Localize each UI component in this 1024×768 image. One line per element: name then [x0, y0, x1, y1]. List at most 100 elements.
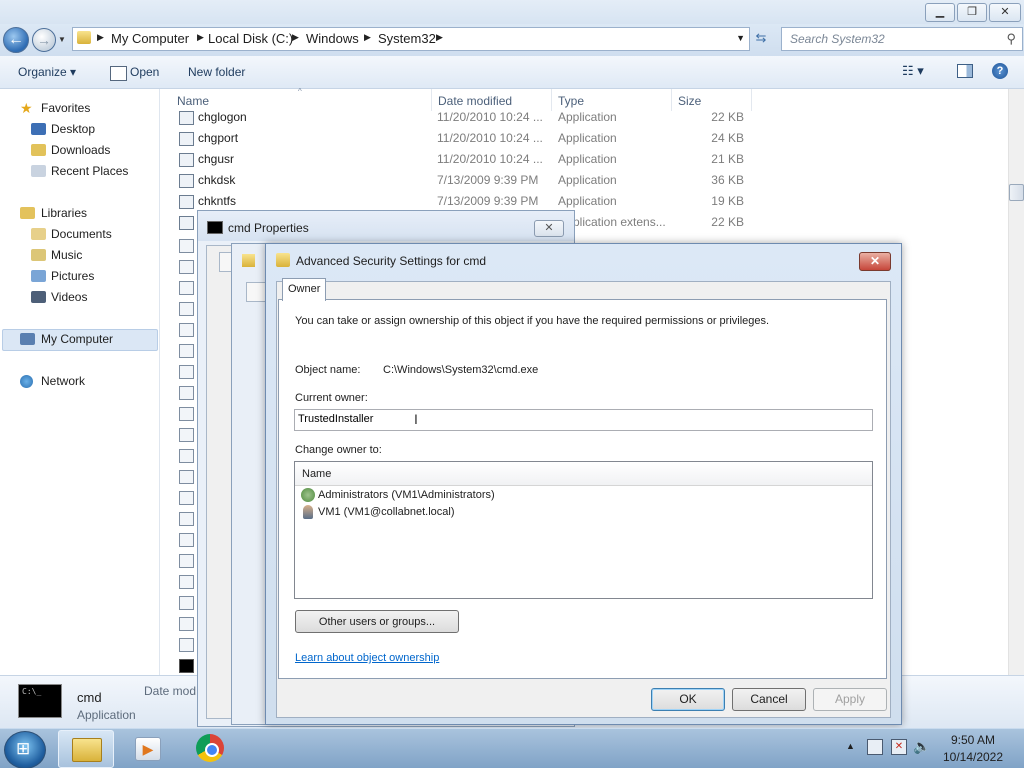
learn-ownership-link[interactable]: Learn about object ownership: [295, 652, 439, 664]
breadcrumb-separator-icon[interactable]: ▶: [197, 32, 204, 43]
volume-icon[interactable]: 🔈: [913, 738, 930, 755]
clock-date[interactable]: 10/14/2022: [930, 750, 1016, 764]
open-button[interactable]: Open: [130, 65, 159, 79]
recent-pages-chevron-icon[interactable]: ▼: [58, 35, 66, 44]
file-type: Application: [558, 173, 617, 187]
close-button[interactable]: ✕: [989, 3, 1021, 22]
nav-documents[interactable]: Documents: [51, 227, 112, 241]
cancel-button[interactable]: Cancel: [732, 688, 806, 711]
refresh-icon[interactable]: ⇆: [750, 30, 772, 48]
column-header-type[interactable]: Type: [558, 94, 584, 108]
nav-videos[interactable]: Videos: [51, 290, 87, 304]
star-icon: ★: [20, 100, 33, 116]
taskbar-explorer-button[interactable]: [58, 730, 114, 768]
list-item[interactable]: VM1 (VM1@collabnet.local): [297, 504, 867, 521]
file-icon[interactable]: [179, 554, 194, 568]
nav-libraries[interactable]: Libraries: [41, 206, 87, 220]
organize-menu[interactable]: Organize ▾: [18, 65, 76, 79]
breadcrumb-my-computer[interactable]: My Computer: [111, 31, 189, 46]
file-size: 36 KB: [711, 173, 744, 187]
nav-desktop[interactable]: Desktop: [51, 122, 95, 136]
table-row[interactable]: chkntfs 7/13/2009 9:39 PM Application 19…: [160, 191, 760, 212]
table-row[interactable]: chgport 11/20/2010 10:24 ... Application…: [160, 128, 760, 149]
file-icon[interactable]: [179, 470, 194, 484]
restore-button[interactable]: ❐: [957, 3, 987, 22]
file-icon[interactable]: [179, 617, 194, 631]
address-bar[interactable]: ▶ My Computer ▶ Local Disk (C:) ▶ Window…: [72, 27, 750, 51]
nav-my-computer[interactable]: My Computer: [41, 332, 113, 346]
file-icon[interactable]: [179, 596, 194, 610]
nav-network[interactable]: Network: [41, 374, 85, 388]
list-header[interactable]: Name: [295, 462, 872, 486]
network-status-icon[interactable]: ✕: [891, 739, 907, 755]
vertical-scrollbar[interactable]: [1008, 89, 1024, 675]
search-input[interactable]: Search System32 ⚲: [781, 27, 1023, 51]
file-icon[interactable]: [179, 407, 194, 421]
column-header-size[interactable]: Size: [678, 94, 701, 108]
column-header-date[interactable]: Date modified: [438, 94, 512, 108]
table-row[interactable]: chkdsk 7/13/2009 9:39 PM Application 36 …: [160, 170, 760, 191]
address-dropdown-icon[interactable]: ▼: [736, 33, 745, 43]
table-row[interactable]: chgusr 11/20/2010 10:24 ... Application …: [160, 149, 760, 170]
nav-music[interactable]: Music: [51, 248, 82, 262]
taskbar-chrome-button[interactable]: [183, 730, 237, 766]
music-icon: [31, 249, 46, 261]
file-icon[interactable]: [179, 449, 194, 463]
tab-owner[interactable]: Owner: [282, 278, 326, 301]
change-owner-list[interactable]: Name Administrators (VM1\Administrators)…: [294, 461, 873, 599]
forward-button[interactable]: →: [32, 28, 56, 52]
file-icon[interactable]: [179, 365, 194, 379]
breadcrumb-system32[interactable]: System32: [378, 31, 436, 46]
breadcrumb-separator-icon[interactable]: ▶: [292, 32, 299, 43]
file-icon[interactable]: [179, 260, 194, 274]
cmd-file-icon[interactable]: [179, 659, 194, 673]
file-icon[interactable]: [179, 533, 194, 547]
file-icon[interactable]: [179, 428, 194, 442]
ok-button[interactable]: OK: [651, 688, 725, 711]
close-button[interactable]: ✕: [534, 220, 564, 237]
file-icon[interactable]: [179, 302, 194, 316]
object-name-label: Object name:: [295, 364, 361, 376]
file-icon[interactable]: [179, 323, 194, 337]
new-folder-button[interactable]: New folder: [188, 65, 245, 79]
taskbar-media-player-button[interactable]: ▶: [120, 730, 174, 766]
search-placeholder: Search System32: [790, 32, 885, 46]
other-users-groups-button[interactable]: Other users or groups...: [295, 610, 459, 633]
file-icon[interactable]: [179, 344, 194, 358]
search-icon: ⚲: [1006, 31, 1016, 46]
breadcrumb-separator-icon[interactable]: ▶: [364, 32, 371, 43]
breadcrumb-separator-icon[interactable]: ▶: [436, 32, 443, 43]
file-icon[interactable]: [179, 512, 194, 526]
nav-recent-places[interactable]: Recent Places: [51, 164, 128, 178]
nav-pictures[interactable]: Pictures: [51, 269, 94, 283]
column-header-name[interactable]: Name: [177, 94, 209, 108]
show-hidden-icons-icon[interactable]: ▲: [846, 741, 855, 751]
file-icon[interactable]: [179, 386, 194, 400]
apply-button[interactable]: Apply: [813, 688, 887, 711]
nav-downloads[interactable]: Downloads: [51, 143, 110, 157]
file-icon[interactable]: [179, 638, 194, 652]
nav-favorites[interactable]: Favorites: [41, 101, 90, 115]
close-button[interactable]: ✕: [859, 252, 891, 271]
table-row[interactable]: chglogon 11/20/2010 10:24 ... Applicatio…: [160, 107, 760, 128]
file-icon[interactable]: [179, 575, 194, 589]
help-icon[interactable]: ?: [992, 63, 1008, 79]
view-options-icon[interactable]: ☷ ▾: [902, 63, 924, 79]
breadcrumb-local-disk[interactable]: Local Disk (C:): [208, 31, 293, 46]
cmd-icon: [207, 221, 223, 234]
breadcrumb-windows[interactable]: Windows: [306, 31, 359, 46]
scrollbar-thumb[interactable]: [1009, 184, 1024, 201]
action-center-icon[interactable]: [867, 739, 883, 755]
file-icon[interactable]: [179, 281, 194, 295]
clock-time[interactable]: 9:50 AM: [930, 733, 1016, 747]
preview-pane-icon[interactable]: [957, 64, 973, 78]
file-icon[interactable]: [179, 491, 194, 505]
back-button[interactable]: ←: [3, 27, 29, 53]
current-owner-field[interactable]: TrustedInstaller I: [294, 409, 873, 431]
minimize-button[interactable]: ▁: [925, 3, 955, 22]
file-name: chgusr: [198, 152, 235, 166]
details-type: Application: [77, 708, 136, 722]
start-button[interactable]: ⊞: [4, 731, 46, 768]
list-item[interactable]: Administrators (VM1\Administrators): [297, 487, 867, 504]
file-icon[interactable]: [179, 239, 194, 253]
